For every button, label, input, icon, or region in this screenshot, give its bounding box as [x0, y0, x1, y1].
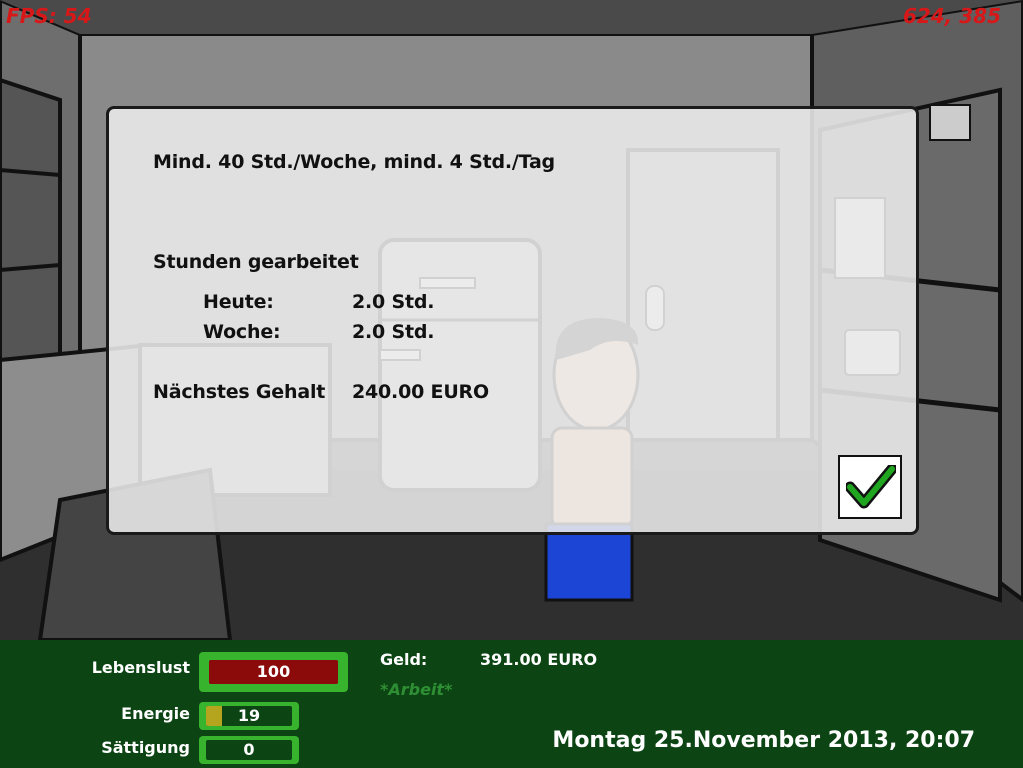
- energie-label: Energie: [121, 704, 190, 723]
- energie-bar: 19: [199, 702, 299, 730]
- salary-label: Nächstes Gehalt: [153, 381, 326, 403]
- lebenslust-bar: 100: [199, 652, 348, 692]
- cursor-coordinates: 624, 385: [902, 4, 1001, 28]
- lebenslust-value: 100: [256, 662, 291, 681]
- saettigung-bar: 0: [199, 736, 299, 764]
- work-requirement: Mind. 40 Std./Woche, mind. 4 Std./Tag: [153, 151, 555, 173]
- fps-counter: FPS: 54: [6, 4, 92, 28]
- hours-title: Stunden gearbeitet: [153, 251, 359, 273]
- lebenslust-label: Lebenslust: [91, 658, 190, 677]
- geld-label: Geld:: [380, 650, 428, 669]
- geld-value: 391.00 EURO: [480, 650, 598, 669]
- today-value: 2.0 Std.: [352, 291, 435, 313]
- week-value: 2.0 Std.: [352, 321, 435, 343]
- work-info-dialog: Mind. 40 Std./Woche, mind. 4 Std./Tag St…: [106, 106, 919, 535]
- game-scene[interactable]: FPS: 54 624, 385 Mind. 40 Std./Woche, mi…: [0, 0, 1023, 640]
- energie-value: 19: [237, 706, 261, 725]
- date-time: Montag 25.November 2013, 20:07: [552, 728, 975, 753]
- activity-status: *Arbeit*: [380, 680, 453, 699]
- week-label: Woche:: [203, 321, 281, 343]
- green-checkmark-icon: [846, 465, 896, 509]
- confirm-button[interactable]: [838, 455, 902, 519]
- status-bar: Lebenslust 100 Energie 19 Sättigung 0 Ge…: [0, 640, 1023, 768]
- today-label: Heute:: [203, 291, 274, 313]
- saettigung-value: 0: [243, 740, 255, 759]
- salary-value: 240.00 EURO: [352, 381, 489, 403]
- saettigung-label: Sättigung: [101, 738, 190, 757]
